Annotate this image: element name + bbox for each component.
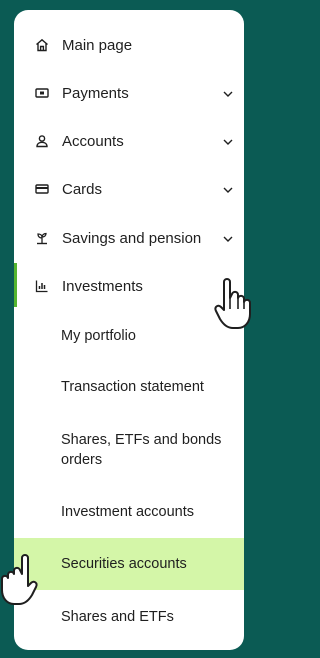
menu-item-main-page[interactable]: Main page [14,34,244,56]
chevron-down-icon [222,232,234,244]
user-icon [34,133,50,149]
submenu-item-shares-and-etfs[interactable]: Shares and ETFs [14,607,244,629]
navigation-menu: Main page Payments Accounts Cards Saving… [14,10,244,650]
chart-icon [34,278,50,294]
menu-item-label: Accounts [62,132,124,150]
submenu-item-label: Shares, ETFs and bonds orders [61,432,222,468]
menu-item-label: Savings and pension [62,229,202,247]
menu-item-label: Main page [62,36,133,54]
menu-item-cards[interactable]: Cards [14,178,244,200]
card-icon [34,181,50,197]
submenu-item-label: Securities accounts [61,556,187,572]
submenu-item-my-portfolio[interactable]: My portfolio [14,326,244,348]
submenu-item-shares-etfs-bonds-orders[interactable]: Shares, ETFs and bonds orders [14,430,244,474]
submenu-item-label: Shares and ETFs [61,609,174,625]
submenu-item-label: My portfolio [61,328,136,344]
chevron-down-icon [222,135,234,147]
menu-item-label: Cards [62,180,103,198]
hand-pointer-cursor-icon [214,276,256,337]
payment-icon [34,85,50,101]
menu-item-accounts[interactable]: Accounts [14,130,244,152]
submenu-item-securities-accounts[interactable]: Securities accounts [14,538,244,590]
menu-item-label: Investments [62,277,143,295]
hand-pointer-cursor-icon [0,552,46,613]
chevron-down-icon [222,87,234,99]
submenu-item-transaction-statement[interactable]: Transaction statement [14,377,244,399]
menu-item-payments[interactable]: Payments [14,82,244,104]
submenu-item-label: Investment accounts [61,504,194,520]
submenu-item-investment-accounts[interactable]: Investment accounts [14,502,244,524]
menu-item-savings-and-pension[interactable]: Savings and pension [14,227,244,249]
home-icon [34,37,50,53]
savings-plant-icon [34,230,50,246]
submenu-item-label: Transaction statement [61,379,204,395]
chevron-down-icon [222,183,234,195]
menu-item-label: Payments [62,84,129,102]
menu-item-investments[interactable]: Investments [14,275,244,297]
